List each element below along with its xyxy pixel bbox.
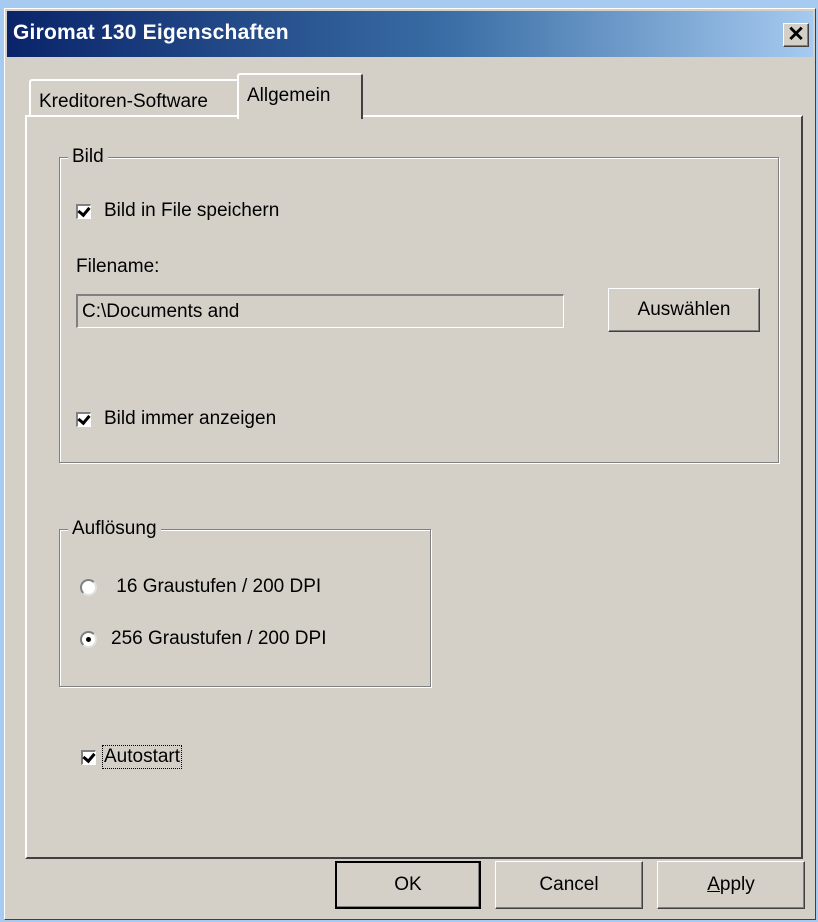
resolution-16-radio[interactable] [80, 578, 97, 596]
close-button[interactable]: ✕ [783, 23, 809, 47]
apply-button[interactable]: Apply [657, 861, 805, 909]
apply-accelerator: A [707, 874, 720, 895]
resolution-option-256[interactable]: 256 Graustufen / 200 DPI [80, 628, 326, 650]
apply-label-rest: pply [719, 874, 755, 895]
always-show-option[interactable]: Bild immer anzeigen [76, 408, 276, 430]
title-bar[interactable]: Giromat 130 Eigenschaften ✕ [7, 11, 813, 57]
resolution-256-label: 256 Graustufen / 200 DPI [111, 628, 327, 649]
resolution-16-label: 16 Graustufen / 200 DPI [111, 576, 322, 597]
group-aufloesung: Auflösung 16 Graustufen / 200 DPI 256 Gr… [59, 518, 431, 687]
tab-allgemein-label: Allgemein [247, 85, 331, 106]
filename-field[interactable] [76, 294, 564, 328]
group-bild: Bild Bild in File speichern Filename: Au… [59, 146, 779, 463]
autostart-checkbox[interactable] [81, 749, 96, 765]
ok-button[interactable]: OK [335, 861, 481, 909]
window-title: Giromat 130 Eigenschaften [13, 21, 289, 44]
properties-dialog: Giromat 130 Eigenschaften ✕ Kreditoren-S… [4, 8, 816, 920]
close-icon: ✕ [787, 23, 805, 46]
tab-allgemein[interactable]: Allgemein [237, 73, 363, 119]
save-to-file-option[interactable]: Bild in File speichern [76, 200, 279, 222]
always-show-label: Bild immer anzeigen [104, 408, 277, 429]
save-to-file-label: Bild in File speichern [104, 200, 280, 221]
choose-button[interactable]: Auswählen [608, 288, 760, 332]
always-show-checkbox[interactable] [76, 411, 91, 427]
save-to-file-checkbox[interactable] [76, 203, 91, 219]
resolution-256-radio[interactable] [80, 630, 97, 648]
autostart-label: Autostart [102, 745, 183, 769]
tab-kreditoren-software[interactable]: Kreditoren-Software [29, 79, 239, 115]
group-bild-label: Bild [68, 146, 108, 168]
tab-kreditoren-software-label: Kreditoren-Software [39, 91, 208, 112]
cancel-button[interactable]: Cancel [495, 861, 643, 909]
filename-label: Filename: [76, 256, 160, 277]
resolution-option-16[interactable]: 16 Graustufen / 200 DPI [80, 576, 321, 598]
tab-panel-allgemein: Bild Bild in File speichern Filename: Au… [25, 115, 803, 859]
group-aufloesung-label: Auflösung [68, 518, 161, 540]
autostart-option[interactable]: Autostart [81, 745, 183, 769]
